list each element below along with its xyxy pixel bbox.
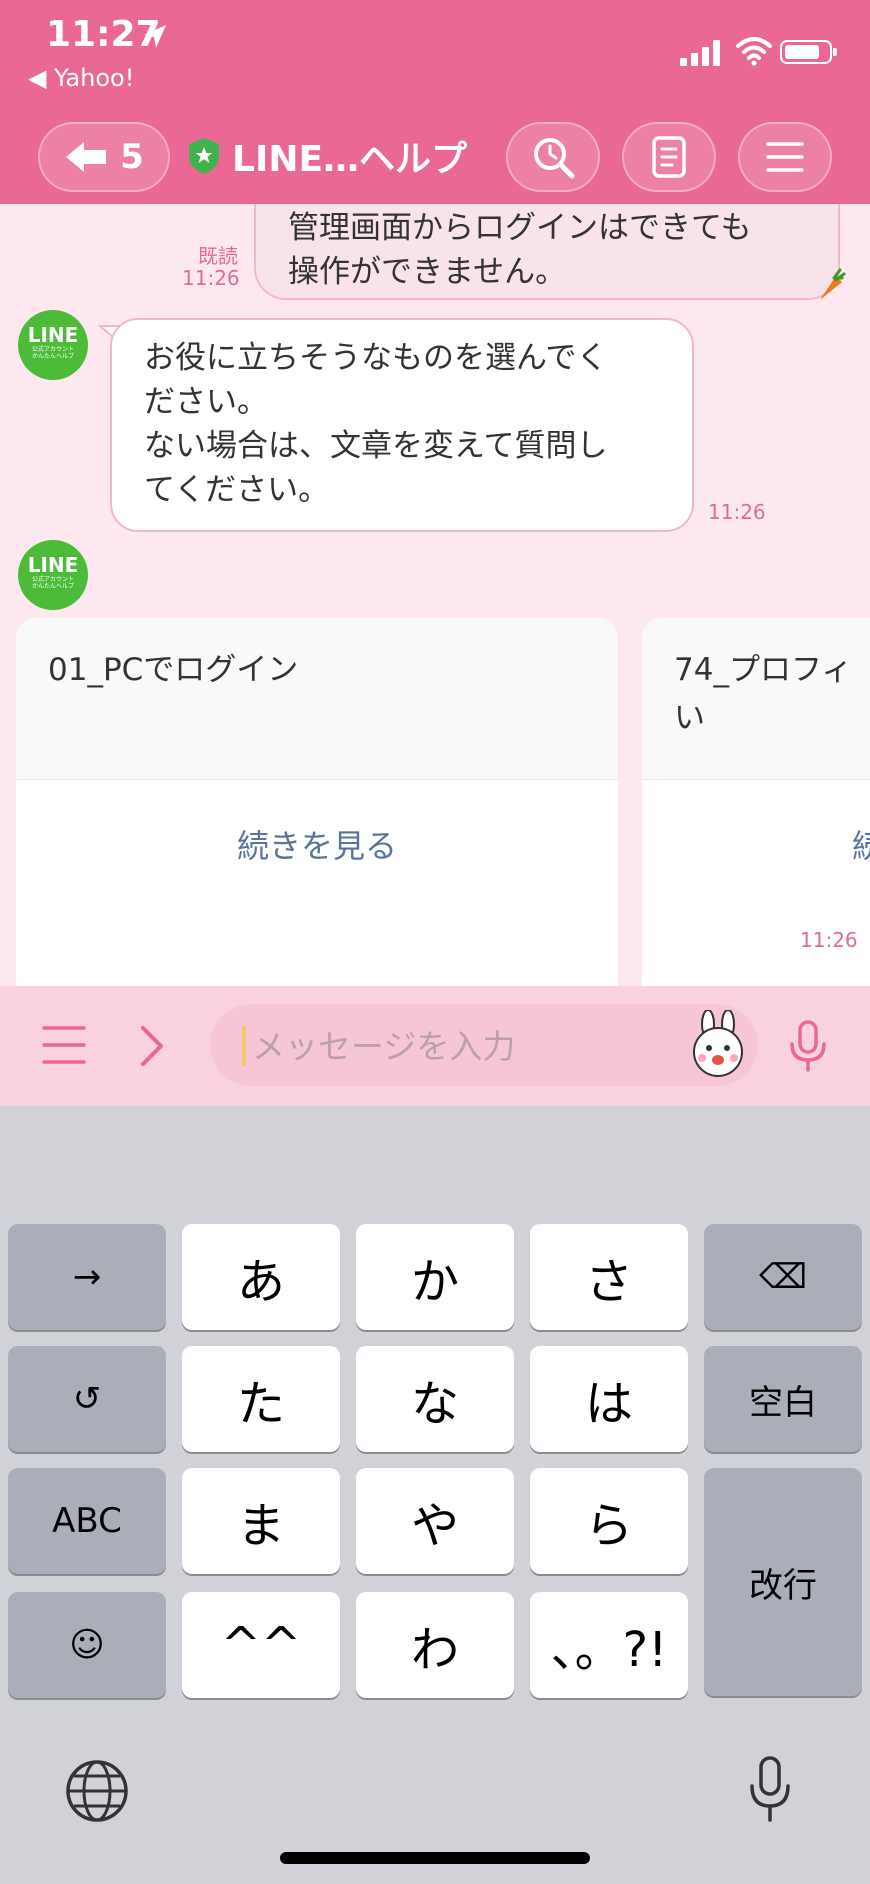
battery-icon [780, 40, 837, 64]
key-wa[interactable]: わ [356, 1592, 514, 1698]
user-message-text: 管理画面からログインはできても 操作ができません。 [288, 210, 752, 290]
hamburger-icon [766, 142, 804, 172]
key-kaomoji[interactable]: ^^ [182, 1592, 340, 1698]
microphone-icon[interactable] [788, 1020, 828, 1072]
menu-lines-icon[interactable] [42, 1024, 86, 1066]
dictation-mic-icon[interactable] [748, 1756, 792, 1822]
card-title: 01_PCでログイン [16, 618, 618, 780]
key-ra[interactable]: ら [530, 1468, 688, 1574]
unread-count: 5 [120, 137, 144, 177]
bot-message-time: 11:26 [708, 500, 766, 524]
key-return[interactable]: 改行 [704, 1468, 862, 1696]
key-ha[interactable]: は [530, 1346, 688, 1452]
message-input-bar: メッセージを入力 [0, 986, 870, 1106]
key-sa[interactable]: さ [530, 1224, 688, 1330]
read-receipt: 既読 [198, 244, 238, 268]
bot-message-bubble[interactable]: お役に立ちそうなものを選んでく ださい。 ない場合は、文章を変えて質問し てくだ… [110, 318, 694, 532]
sticker-icon[interactable] [686, 1010, 750, 1078]
cellular-signal-icon [680, 40, 720, 66]
chat-area: 管理画面からログインはできても 操作ができません。 既読 11:26 LINE … [0, 204, 870, 986]
verified-shield-icon [189, 138, 219, 174]
key-ka[interactable]: か [356, 1224, 514, 1330]
note-icon [652, 136, 686, 178]
menu-button[interactable] [738, 122, 832, 192]
avatar-subtext: 公式アカウント かんたんヘルプ [31, 346, 74, 360]
avatar-subtext: 公式アカウント かんたんヘルプ [31, 576, 74, 590]
bot-avatar[interactable]: LINE 公式アカウント かんたんヘルプ [18, 310, 88, 380]
key-ya[interactable]: や [356, 1468, 514, 1574]
text-caret [242, 1026, 246, 1066]
key-abc[interactable]: ABC [8, 1468, 166, 1574]
key-punctuation[interactable]: 、。?! [530, 1592, 688, 1698]
message-placeholder: メッセージを入力 [252, 1027, 516, 1066]
notes-button[interactable] [622, 122, 716, 192]
card-title: 74_プロフィ い [642, 618, 870, 780]
user-message-time: 11:26 [182, 266, 240, 290]
back-to-app-link[interactable]: ◀ Yahoo! [28, 64, 134, 92]
key-na[interactable]: な [356, 1346, 514, 1452]
user-message-bubble[interactable]: 管理画面からログインはできても 操作ができません。 [254, 204, 840, 300]
avatar-logo-text: LINE [27, 323, 79, 347]
key-a[interactable]: あ [182, 1224, 340, 1330]
chat-title[interactable]: LINE…ヘルプ [186, 128, 467, 184]
keyboard: → あ か さ ⌫ ↺ た な は 空白 ABC ま や ら 改行 ☺ ^^ わ… [0, 1106, 870, 1884]
key-next-candidate[interactable]: → [8, 1224, 166, 1330]
card-more-button[interactable]: 続きを見る [16, 780, 618, 912]
location-arrow-icon [144, 25, 166, 48]
carousel-card[interactable]: 01_PCでログイン 続きを見る [16, 618, 618, 986]
key-undo[interactable]: ↺ [8, 1346, 166, 1452]
message-input[interactable]: メッセージを入力 [210, 1004, 758, 1086]
key-emoji[interactable]: ☺ [8, 1592, 166, 1698]
carousel-time: 11:26 [800, 928, 858, 952]
chat-title-text: LINE…ヘルプ [232, 139, 468, 180]
search-icon [534, 138, 575, 179]
key-ta[interactable]: た [182, 1346, 340, 1452]
key-space[interactable]: 空白 [704, 1346, 862, 1452]
bot-avatar[interactable]: LINE 公式アカウント かんたんヘルプ [18, 540, 88, 610]
back-arrow-icon [66, 142, 107, 172]
header: 11:27 ◀ Yahoo! 5 LINE…ヘルプ [0, 0, 870, 204]
carrot-icon [820, 268, 846, 300]
key-ma[interactable]: ま [182, 1468, 340, 1574]
key-delete[interactable]: ⌫ [704, 1224, 862, 1330]
wifi-icon [736, 37, 772, 66]
card-more-button[interactable]: 続 [642, 780, 870, 912]
expand-arrow-icon[interactable] [138, 1024, 166, 1068]
avatar-logo-text: LINE [27, 553, 79, 577]
back-button[interactable]: 5 [38, 122, 170, 192]
home-indicator[interactable] [280, 1852, 590, 1864]
search-button[interactable] [506, 122, 600, 192]
bot-message-text: お役に立ちそうなものを選んでく ださい。 ない場合は、文章を変えて質問し てくだ… [144, 340, 608, 508]
globe-icon[interactable] [64, 1758, 130, 1824]
